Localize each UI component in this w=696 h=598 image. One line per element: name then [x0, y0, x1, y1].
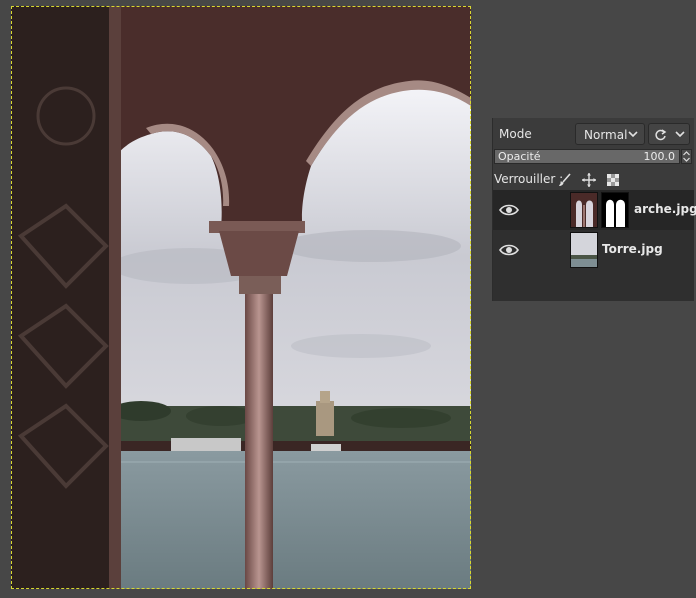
move-icon[interactable] [581, 172, 597, 188]
mode-dropdown[interactable]: Normal [575, 123, 645, 145]
mode-value: Normal [584, 128, 628, 142]
layer-list: arche.jpg Torre.jpg [493, 190, 696, 301]
layer-thumbnail [570, 192, 598, 228]
alpha-checker-icon[interactable] [605, 172, 621, 188]
opacity-spin-button[interactable] [681, 149, 692, 164]
opacity-row: Opacité 100.0 [493, 149, 694, 164]
layer-name[interactable]: Torre.jpg [602, 242, 663, 256]
layer-row[interactable]: arche.jpg [493, 190, 696, 230]
mode-label: Mode [499, 127, 532, 141]
mode-row: Mode Normal [493, 121, 694, 147]
layer-name[interactable]: arche.jpg [634, 202, 696, 216]
layer-row[interactable]: Torre.jpg [493, 230, 694, 270]
spin-arrows-icon [683, 151, 690, 162]
chevron-down-icon [628, 131, 638, 138]
image-canvas[interactable] [11, 6, 471, 589]
mode-switch-button[interactable] [648, 123, 690, 145]
opacity-slider[interactable]: Opacité 100.0 [494, 149, 680, 164]
opacity-label: Opacité [498, 150, 541, 163]
layer-mask-thumbnail [601, 192, 629, 228]
eye-icon[interactable] [498, 201, 520, 219]
eye-icon[interactable] [498, 241, 520, 259]
layer-thumbnail [570, 232, 598, 268]
layers-panel: Mode Normal Opacité 100.0 Verrouiller: … [492, 118, 696, 301]
reset-icon [655, 129, 667, 141]
chevron-down-icon [675, 131, 685, 138]
lock-label: Verrouiller : [494, 172, 564, 186]
opacity-value: 100.0 [643, 150, 676, 163]
lock-row: Verrouiller : [493, 170, 694, 190]
paintbrush-icon[interactable] [557, 172, 573, 188]
